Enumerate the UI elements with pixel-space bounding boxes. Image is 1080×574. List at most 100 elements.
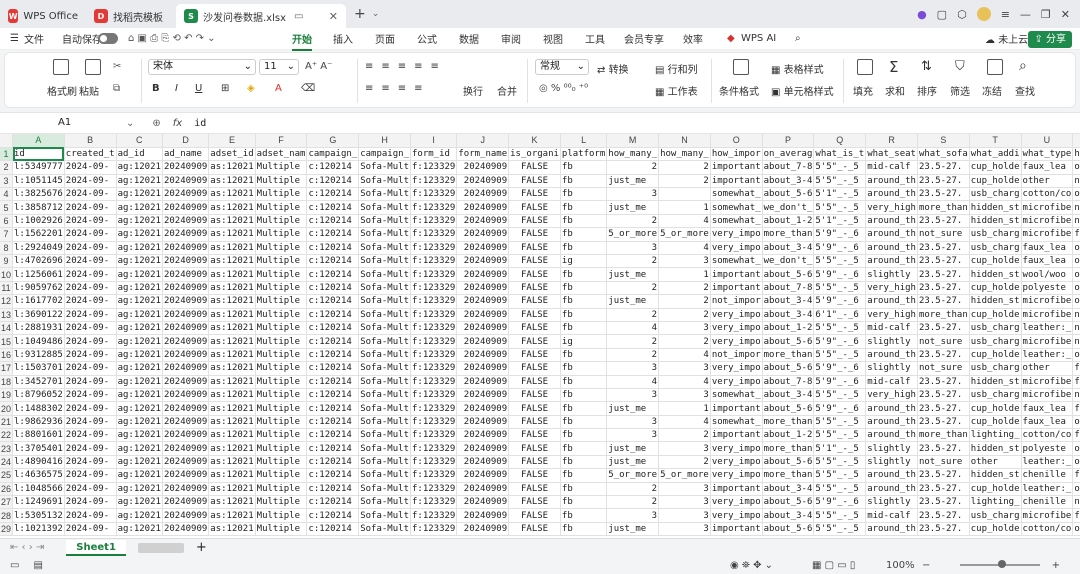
cell[interactable]: c:120214 xyxy=(306,267,360,282)
maximize-icon[interactable]: ❐ xyxy=(1041,8,1051,21)
cell[interactable]: never_use xyxy=(1072,214,1080,229)
cell[interactable]: 3 xyxy=(606,428,660,443)
cell[interactable]: FALSE xyxy=(508,455,561,470)
cell[interactable]: f:123329 xyxy=(410,375,458,389)
column-header-A[interactable]: A xyxy=(12,134,65,148)
cell[interactable]: ag:12021 xyxy=(116,388,163,403)
cell[interactable]: 20240909 xyxy=(456,160,510,175)
cell[interactable]: FALSE xyxy=(508,388,561,403)
cell[interactable]: ag:12021 xyxy=(116,254,163,269)
cell[interactable]: as:12021 xyxy=(208,174,256,189)
cell[interactable]: Sofa-Mult xyxy=(358,388,411,403)
cell[interactable]: usb_charg xyxy=(969,241,1022,256)
cell[interactable]: FALSE xyxy=(508,267,561,282)
window-icon[interactable]: ▭ xyxy=(294,11,303,22)
cell[interactable]: about_1-2 xyxy=(762,428,815,443)
cell[interactable]: not_sure xyxy=(917,361,970,376)
cell[interactable]: l:8796052 xyxy=(12,388,65,403)
cell[interactable]: Multiple xyxy=(255,428,308,443)
cell[interactable]: f:123329 xyxy=(410,361,458,376)
cell[interactable]: 20240909 xyxy=(162,361,210,376)
column-header-E[interactable]: E xyxy=(208,134,256,148)
view-icons[interactable]: ◉ ⛯ ✥ ⌄ xyxy=(730,560,773,571)
cell[interactable]: 23.5-27. xyxy=(917,187,970,202)
cell[interactable]: FALSE xyxy=(508,468,561,483)
cell[interactable]: Multiple xyxy=(255,455,308,470)
cell[interactable]: more_than xyxy=(762,468,815,483)
row-header[interactable]: 24 xyxy=(0,455,13,470)
select-all-corner[interactable] xyxy=(0,134,13,148)
hamburger-icon[interactable]: ☰ xyxy=(10,33,19,44)
cell[interactable]: we_don't_ xyxy=(762,254,815,269)
column-header-L[interactable]: L xyxy=(560,134,608,148)
cell[interactable]: how_ofter xyxy=(1072,147,1080,162)
cell[interactable]: 2 xyxy=(606,495,660,510)
row-header[interactable]: 8 xyxy=(0,241,13,256)
cell[interactable]: 3 xyxy=(606,388,660,403)
add-sheet-button[interactable]: + xyxy=(196,540,207,555)
cell[interactable]: Sofa-Mult xyxy=(358,375,411,389)
name-box[interactable]: A1 xyxy=(8,114,120,132)
cell[interactable]: ag:12021 xyxy=(116,415,163,430)
cell[interactable]: very_impo xyxy=(710,495,763,510)
cell[interactable]: just_me xyxy=(606,522,660,537)
cell[interactable]: Multiple xyxy=(255,241,308,256)
cell[interactable]: 5'9"_-_6 xyxy=(813,375,867,389)
cell[interactable]: polyeste xyxy=(1021,441,1074,456)
cell[interactable]: 4 xyxy=(658,348,711,363)
row-header[interactable]: 5 xyxy=(0,200,13,215)
cell[interactable]: fb xyxy=(560,160,608,175)
cell[interactable]: f:123329 xyxy=(410,267,458,282)
cell[interactable]: how_impor xyxy=(710,147,763,162)
cell[interactable]: 20240909 xyxy=(162,241,210,256)
cell[interactable]: just_me xyxy=(606,267,660,282)
cell[interactable]: very_impo xyxy=(710,468,763,483)
cell[interactable]: fb xyxy=(560,495,608,510)
cell[interactable]: fb xyxy=(560,227,608,242)
cell[interactable]: Multiple xyxy=(255,361,308,376)
merge-button[interactable]: 合并 xyxy=(497,83,517,98)
cell[interactable]: 20240909 xyxy=(162,482,210,497)
cell[interactable]: very_impo xyxy=(710,308,763,322)
row-header[interactable]: 20 xyxy=(0,401,13,416)
cell[interactable]: 23.5-27. xyxy=(917,388,970,403)
cell[interactable]: 5'5"_-_5 xyxy=(813,508,867,523)
cell[interactable]: FALSE xyxy=(508,254,561,269)
cell[interactable]: more_than xyxy=(917,308,970,322)
column-header-R[interactable]: R xyxy=(865,134,918,148)
cell[interactable]: never_use xyxy=(1072,334,1080,349)
increase-font-icon[interactable]: A⁺ A⁻ xyxy=(305,61,332,72)
column-header-H[interactable]: H xyxy=(358,134,411,148)
cell[interactable]: about_3-4 xyxy=(762,294,815,309)
cell[interactable]: f:123329 xyxy=(410,174,458,189)
wrap-text-button[interactable]: 换行 xyxy=(463,83,483,98)
row-header[interactable]: 9 xyxy=(0,254,13,269)
cell[interactable]: occasion xyxy=(1072,160,1080,175)
cell[interactable]: 2 xyxy=(606,281,660,296)
cell[interactable]: 20240909 xyxy=(456,308,510,322)
cell[interactable]: 2024-09- xyxy=(64,482,117,497)
cell[interactable]: microfibe xyxy=(1021,214,1074,229)
cell[interactable]: about_5-6 xyxy=(762,495,815,510)
cell[interactable]: l:1256061 xyxy=(12,267,65,282)
cell[interactable]: as:12021 xyxy=(208,334,256,349)
cell[interactable]: c:120214 xyxy=(306,200,360,215)
cell[interactable]: c:120214 xyxy=(306,375,360,389)
row-header[interactable]: 10 xyxy=(0,267,13,282)
vertical-align-icons[interactable]: ≡≡≡≡≡ xyxy=(365,61,447,72)
cell[interactable]: occasion xyxy=(1072,348,1080,363)
cell[interactable]: fb xyxy=(560,455,608,470)
cell[interactable]: 2024-09- xyxy=(64,361,117,376)
fill-color-icon[interactable]: ◈ xyxy=(247,83,255,94)
cell[interactable]: fb xyxy=(560,441,608,456)
cell[interactable]: Sofa-Mult xyxy=(358,334,411,349)
cell[interactable]: 2024-09- xyxy=(64,468,117,483)
cell[interactable]: never_use xyxy=(1072,388,1080,403)
cell[interactable]: what_is_t xyxy=(813,147,867,162)
cloud-status[interactable]: ☁ 未上云 xyxy=(985,31,1028,46)
clear-format-icon[interactable]: ⌫ xyxy=(301,83,315,94)
row-header[interactable]: 11 xyxy=(0,281,13,296)
cell[interactable]: as:12021 xyxy=(208,441,256,456)
cell[interactable]: occasion xyxy=(1072,455,1080,470)
layout-icons[interactable]: ▦ ▢ ▭ ▯ xyxy=(812,560,855,571)
